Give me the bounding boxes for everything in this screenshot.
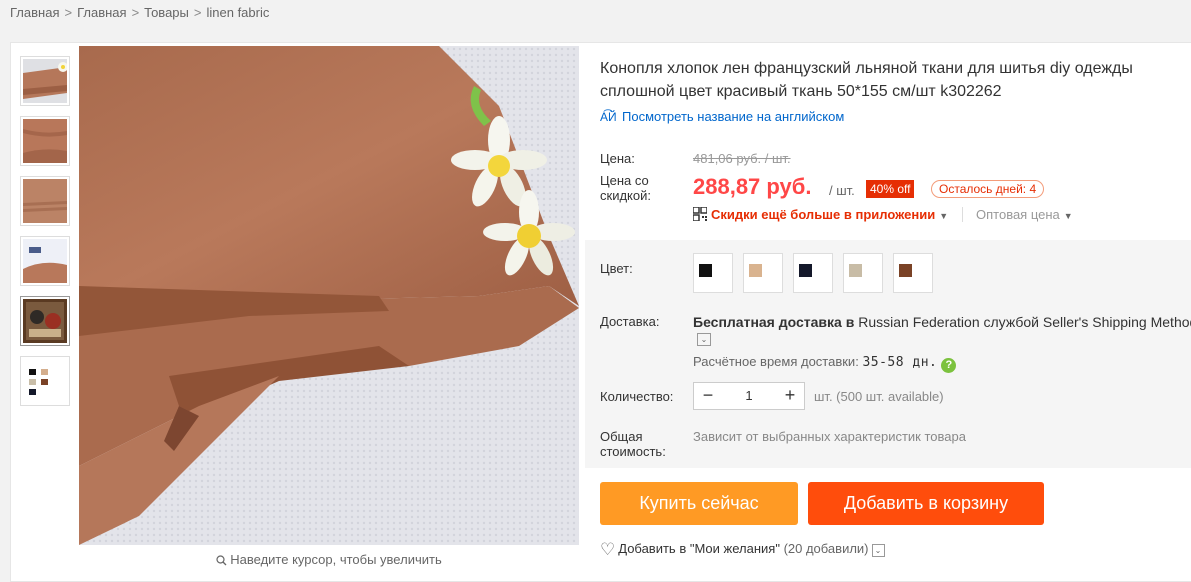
color-swatch-brown[interactable] xyxy=(893,253,933,293)
delivery-expand-chevron-icon[interactable]: ⌄ xyxy=(697,333,711,346)
thumbnail-2[interactable] xyxy=(20,116,70,166)
magnifier-icon xyxy=(216,555,227,566)
color-swatch-beige[interactable] xyxy=(843,253,883,293)
estimated-delivery: Расчётное время доставки: 35-58 дн.? xyxy=(693,354,957,373)
wishlist-chevron-icon[interactable]: ⌄ xyxy=(871,544,885,557)
breadcrumb-separator: > xyxy=(193,5,202,20)
color-chip xyxy=(699,264,712,277)
buy-now-button[interactable]: Купить сейчас xyxy=(600,482,798,525)
old-price: 481,06 руб. / шт. xyxy=(693,151,791,166)
color-swatch-tan[interactable] xyxy=(743,253,783,293)
thumbnail-3[interactable] xyxy=(20,176,70,226)
discount-price-label: Цена со скидкой: xyxy=(600,173,651,203)
help-icon[interactable]: ? xyxy=(941,358,957,373)
wholesale-price-link[interactable]: Оптовая цена ▼ xyxy=(962,207,1073,222)
thumbnail-6[interactable] xyxy=(20,356,70,406)
thumbnail-4[interactable] xyxy=(20,236,70,286)
days-left-badge: Осталось дней: 4 xyxy=(931,180,1045,198)
quantity-increase-button[interactable]: + xyxy=(776,383,804,409)
price-label: Цена: xyxy=(600,151,635,166)
app-promo-link[interactable]: Скидки ещё больше в приложении ▼ xyxy=(693,207,948,222)
breadcrumb-item-goods[interactable]: Товары xyxy=(144,5,189,20)
thumbnail-list xyxy=(20,56,70,416)
breadcrumb-separator: > xyxy=(64,5,73,20)
discount-price: 288,87 руб. xyxy=(693,174,812,199)
color-swatch-navy[interactable] xyxy=(793,253,833,293)
wishlist-link[interactable]: ♡ Добавить в "Мои желания" (20 добавили) ⌄ xyxy=(600,540,885,560)
app-promo-text[interactable]: Скидки ещё больше в приложении xyxy=(711,207,935,222)
translate-icon: A͡Й xyxy=(600,110,617,124)
wishlist-count: (20 добавили) xyxy=(783,541,869,556)
caret-down-icon: ▼ xyxy=(1063,211,1073,221)
qr-code-icon xyxy=(693,207,707,221)
total-value: Зависит от выбранных характеристик товар… xyxy=(693,429,966,444)
price-unit: / шт. xyxy=(829,183,855,198)
color-chip xyxy=(849,264,862,277)
delivery-method[interactable]: Russian Federation службой Seller's Ship… xyxy=(858,314,1191,330)
thumbnail-5[interactable] xyxy=(20,296,70,346)
caret-down-icon: ▼ xyxy=(939,211,949,221)
color-chip xyxy=(799,264,812,277)
heart-icon: ♡ xyxy=(600,540,616,559)
color-swatch-black[interactable] xyxy=(693,253,733,293)
delivery-info: Бесплатная доставка в Russian Federation… xyxy=(693,314,1191,330)
quantity-label: Количество: xyxy=(600,389,674,404)
quantity-decrease-button[interactable]: − xyxy=(694,383,722,409)
estimated-delivery-label: Расчётное время доставки: xyxy=(693,354,859,369)
main-product-image[interactable] xyxy=(79,46,579,545)
quantity-available: шт. (500 шт. available) xyxy=(814,389,944,404)
add-to-cart-button[interactable]: Добавить в корзину xyxy=(808,482,1044,525)
wishlist-text[interactable]: Добавить в "Мои желания" xyxy=(618,541,780,556)
translate-link-text[interactable]: Посмотреть название на английском xyxy=(622,109,844,124)
breadcrumb: Главная > Главная > Товары > linen fabric xyxy=(10,5,269,20)
quantity-stepper: − 1 + xyxy=(693,382,805,410)
wholesale-text[interactable]: Оптовая цена xyxy=(976,207,1060,222)
color-chip xyxy=(749,264,762,277)
delivery-free-text: Бесплатная доставка в xyxy=(693,314,855,330)
translate-title-link[interactable]: A͡Й Посмотреть название на английском xyxy=(600,109,844,124)
breadcrumb-separator: > xyxy=(131,5,140,20)
zoom-hint: Наведите курсор, чтобы увеличить xyxy=(79,552,579,567)
quantity-input[interactable]: 1 xyxy=(722,383,776,409)
breadcrumb-item-home[interactable]: Главная xyxy=(10,5,59,20)
color-chip xyxy=(899,264,912,277)
delivery-label: Доставка: xyxy=(600,314,660,329)
color-label: Цвет: xyxy=(600,261,633,276)
total-label: Общая стоимость: xyxy=(600,429,666,459)
thumbnail-1[interactable] xyxy=(20,56,70,106)
zoom-hint-text: Наведите курсор, чтобы увеличить xyxy=(230,552,442,567)
estimated-delivery-days: 35-58 дн. xyxy=(862,355,938,370)
breadcrumb-item-current[interactable]: linen fabric xyxy=(206,5,269,20)
product-title: Конопля хлопок лен французский льняной т… xyxy=(600,60,1133,100)
discount-badge: 40% off xyxy=(866,180,915,198)
breadcrumb-item-home-2[interactable]: Главная xyxy=(77,5,126,20)
